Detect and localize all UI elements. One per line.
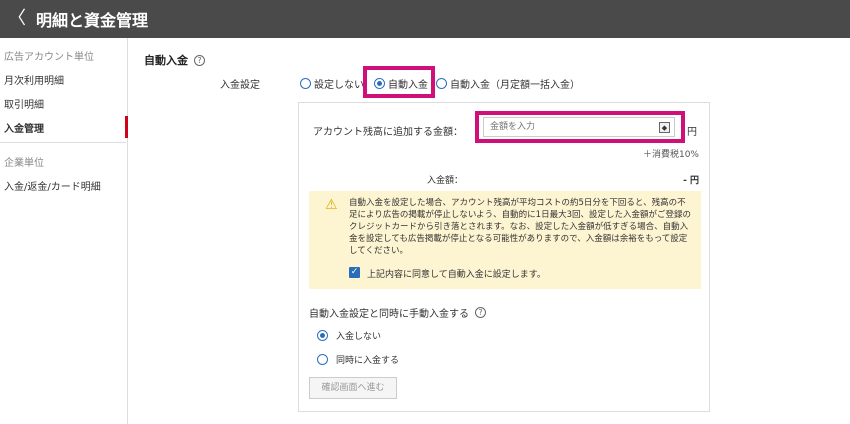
setting-label: 入金設定 [220, 80, 260, 91]
sidebar-group-account: 広告アカウント単位 [4, 52, 94, 63]
sidebar-item-transactions[interactable]: 取引明細 [0, 96, 44, 111]
section-title: 自動入金 ? [144, 52, 205, 68]
manual-help-icon[interactable]: ? [475, 307, 486, 318]
radio-manual-deposit-circle[interactable] [317, 354, 328, 365]
manual-deposit-title-text: 自動入金設定と同時に手動入金する [309, 309, 469, 320]
main-content: 自動入金 ? 入金設定 設定しない 自動入金 自動入金（月定額一括入金） アカウ… [128, 38, 850, 424]
deposit-amount-label: 入金額： [427, 176, 464, 186]
sidebar-item-deposit-refund-card[interactable]: 入金/返金/カード明細 [0, 178, 101, 193]
sidebar-divider [0, 142, 126, 143]
warning-box: ⚠ 自動入金を設定した場合、アカウント残高が平均コストの約5日分を下回ると、残高… [309, 191, 701, 289]
radio-auto-deposit-monthly-label: 自動入金（月定額一括入金） [450, 80, 580, 91]
tax-note: ＋消費税10% [642, 150, 699, 160]
sidebar: 広告アカウント単位 月次利用明細 取引明細 入金管理 企業単位 入金/返金/カー… [0, 38, 128, 424]
manual-deposit-title: 自動入金設定と同時に手動入金する ? [309, 305, 486, 320]
sidebar-item-monthly[interactable]: 月次利用明細 [0, 72, 64, 87]
highlight-amount-input [475, 111, 685, 143]
sidebar-item-deposit-management[interactable]: 入金管理 [0, 116, 128, 138]
confirm-button[interactable]: 確認画面へ進む [309, 377, 397, 399]
radio-auto-deposit-monthly-circle[interactable] [436, 78, 447, 89]
agree-checkbox[interactable]: ✓ [349, 267, 360, 278]
radio-no-manual-deposit[interactable]: 入金しない [317, 329, 381, 342]
amount-label: アカウント残高に追加する金額： [313, 127, 463, 138]
agree-label: 上記内容に同意して自動入金に設定します。 [367, 270, 546, 280]
radio-no-setting-label: 設定しない [314, 80, 364, 91]
auto-deposit-panel: アカウント残高に追加する金額： ◆ 円 ＋消費税10% 入金額： - 円 ⚠ 自… [298, 102, 710, 412]
page-title: 明細と資金管理 [36, 11, 149, 30]
radio-no-manual-deposit-label: 入金しない [336, 332, 382, 342]
radio-no-manual-deposit-circle[interactable] [317, 330, 328, 341]
sidebar-group-company: 企業単位 [4, 158, 44, 169]
header-bar: 〈 明細と資金管理 [0, 0, 850, 38]
radio-manual-deposit[interactable]: 同時に入金する [317, 353, 399, 366]
deposit-amount-value: - 円 [683, 176, 699, 186]
chevron-left-icon[interactable]: 〈 [8, 10, 26, 28]
highlight-auto-deposit-option [363, 66, 435, 98]
section-title-text: 自動入金 [144, 54, 188, 67]
radio-no-setting-circle[interactable] [300, 78, 311, 89]
radio-auto-deposit-monthly[interactable]: 自動入金（月定額一括入金） [436, 76, 580, 91]
radio-manual-deposit-label: 同時に入金する [336, 356, 400, 366]
warning-icon: ⚠ [325, 197, 338, 213]
help-icon[interactable]: ? [194, 54, 205, 66]
yen-unit: 円 [687, 127, 697, 138]
warning-text: 自動入金を設定した場合、アカウント残高が平均コストの約5日分を下回ると、残高の不… [349, 198, 691, 256]
radio-no-setting[interactable]: 設定しない [300, 76, 364, 91]
